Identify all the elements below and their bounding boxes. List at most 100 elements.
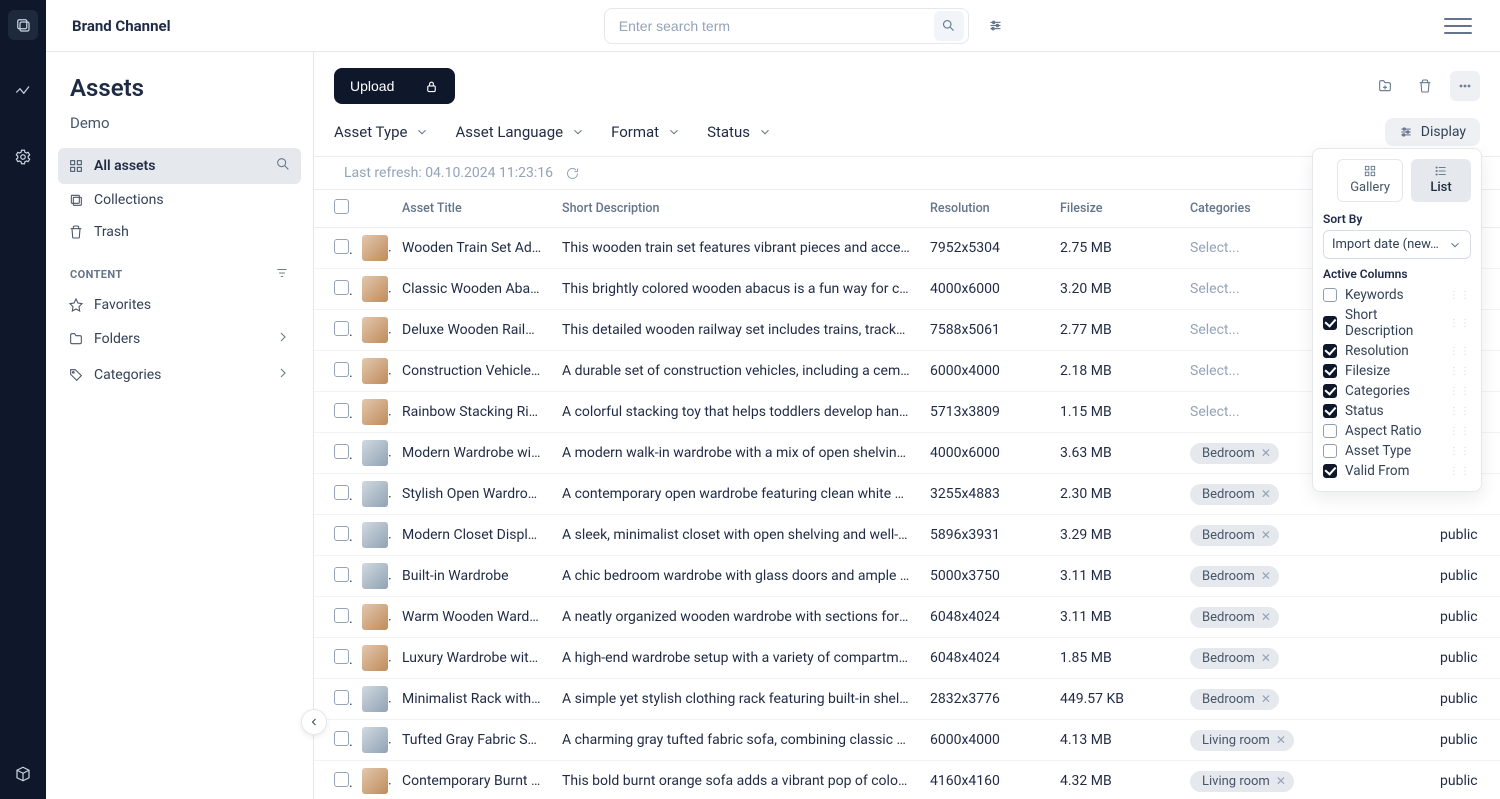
category-tag[interactable]: Bedroom✕ [1190, 689, 1279, 710]
filter-format[interactable]: Format [611, 123, 681, 141]
search-input[interactable] [619, 18, 934, 34]
category-tag[interactable]: Living room✕ [1190, 771, 1294, 792]
row-checkbox[interactable] [334, 485, 349, 500]
category-tag[interactable]: Bedroom✕ [1190, 525, 1279, 546]
th-desc[interactable]: Short Description [552, 190, 920, 228]
display-button[interactable]: Display [1385, 118, 1480, 146]
drag-handle-icon[interactable]: ⋮⋮ [1449, 290, 1471, 301]
row-checkbox[interactable] [334, 526, 349, 541]
row-checkbox[interactable] [334, 608, 349, 623]
checkbox[interactable] [1323, 464, 1337, 478]
view-list[interactable]: List [1411, 159, 1471, 202]
new-folder-button[interactable] [1370, 71, 1400, 101]
checkbox[interactable] [1323, 316, 1337, 330]
filter-status[interactable]: Status [707, 123, 772, 141]
checkbox[interactable] [1323, 444, 1337, 458]
asset-thumbnail[interactable] [362, 317, 388, 343]
checkbox[interactable] [1323, 424, 1337, 438]
asset-categories[interactable]: Bedroom✕ [1180, 515, 1430, 556]
filter-asset-language[interactable]: Asset Language [455, 123, 585, 141]
select-all-checkbox[interactable] [334, 199, 349, 214]
asset-thumbnail[interactable] [362, 276, 388, 302]
view-gallery[interactable]: Gallery [1337, 159, 1403, 202]
table-row[interactable]: Modern Closet Display …A sleek, minimali… [314, 515, 1500, 556]
category-placeholder[interactable]: Select... [1190, 363, 1240, 379]
category-placeholder[interactable]: Select... [1190, 404, 1240, 420]
asset-thumbnail[interactable] [362, 235, 388, 261]
asset-categories[interactable]: Bedroom✕ [1180, 597, 1430, 638]
remove-tag-icon[interactable]: ✕ [1261, 692, 1271, 706]
drag-handle-icon[interactable]: ⋮⋮ [1449, 406, 1471, 417]
drag-handle-icon[interactable]: ⋮⋮ [1449, 446, 1471, 457]
column-toggle[interactable]: Valid From⋮⋮ [1323, 461, 1471, 481]
asset-thumbnail[interactable] [362, 358, 388, 384]
row-checkbox[interactable] [334, 567, 349, 582]
delete-button[interactable] [1410, 71, 1440, 101]
asset-categories[interactable]: Bedroom✕ [1180, 638, 1430, 679]
drag-handle-icon[interactable]: ⋮⋮ [1449, 346, 1471, 357]
asset-thumbnail[interactable] [362, 481, 388, 507]
drag-handle-icon[interactable]: ⋮⋮ [1449, 466, 1471, 477]
column-toggle[interactable]: Short Description⋮⋮ [1323, 305, 1471, 341]
category-tag[interactable]: Bedroom✕ [1190, 484, 1279, 505]
column-toggle[interactable]: Status⋮⋮ [1323, 401, 1471, 421]
category-placeholder[interactable]: Select... [1190, 281, 1240, 297]
remove-tag-icon[interactable]: ✕ [1261, 651, 1271, 665]
nav-categories[interactable]: Categories [58, 357, 301, 393]
collapse-sidebar[interactable] [301, 709, 327, 735]
row-checkbox[interactable] [334, 690, 349, 705]
asset-thumbnail[interactable] [362, 604, 388, 630]
table-row[interactable]: Built-in WardrobeA chic bedroom wardrobe… [314, 556, 1500, 597]
nav-folders[interactable]: Folders [58, 321, 301, 357]
checkbox[interactable] [1323, 404, 1337, 418]
category-placeholder[interactable]: Select... [1190, 322, 1240, 338]
rail-analytics[interactable] [8, 76, 38, 106]
more-button[interactable] [1450, 71, 1480, 101]
checkbox[interactable] [1323, 344, 1337, 358]
column-toggle[interactable]: Resolution⋮⋮ [1323, 341, 1471, 361]
table-row[interactable]: Contemporary Burnt O…This bold burnt ora… [314, 761, 1500, 799]
asset-thumbnail[interactable] [362, 768, 388, 794]
category-tag[interactable]: Bedroom✕ [1190, 607, 1279, 628]
asset-categories[interactable]: Bedroom✕ [1180, 679, 1430, 720]
asset-thumbnail[interactable] [362, 522, 388, 548]
asset-categories[interactable]: Living room✕ [1180, 720, 1430, 761]
checkbox[interactable] [1323, 384, 1337, 398]
asset-thumbnail[interactable] [362, 440, 388, 466]
row-checkbox[interactable] [334, 239, 349, 254]
rail-help[interactable] [8, 759, 38, 789]
asset-thumbnail[interactable] [362, 563, 388, 589]
column-toggle[interactable]: Aspect Ratio⋮⋮ [1323, 421, 1471, 441]
menu-toggle[interactable] [1444, 16, 1472, 36]
checkbox[interactable] [1323, 288, 1337, 302]
column-toggle[interactable]: Categories⋮⋮ [1323, 381, 1471, 401]
nav-favorites[interactable]: Favorites [58, 289, 301, 321]
remove-tag-icon[interactable]: ✕ [1261, 528, 1271, 542]
category-tag[interactable]: Bedroom✕ [1190, 648, 1279, 669]
advanced-search[interactable] [981, 11, 1011, 41]
refresh-icon[interactable] [565, 166, 580, 181]
table-row[interactable]: Luxury Wardrobe with …A high-end wardrob… [314, 638, 1500, 679]
asset-thumbnail[interactable] [362, 686, 388, 712]
table-row[interactable]: Tufted Gray Fabric SofaA charming gray t… [314, 720, 1500, 761]
row-checkbox[interactable] [334, 362, 349, 377]
table-row[interactable]: Minimalist Rack with C…A simple yet styl… [314, 679, 1500, 720]
category-tag[interactable]: Bedroom✕ [1190, 566, 1279, 587]
row-checkbox[interactable] [334, 403, 349, 418]
category-tag[interactable]: Living room✕ [1190, 730, 1294, 751]
rail-assets[interactable] [8, 10, 38, 40]
drag-handle-icon[interactable]: ⋮⋮ [1449, 318, 1471, 329]
th-size[interactable]: Filesize [1050, 190, 1180, 228]
remove-tag-icon[interactable]: ✕ [1276, 733, 1286, 747]
table-row[interactable]: Warm Wooden Wardro…A neatly organized wo… [314, 597, 1500, 638]
remove-tag-icon[interactable]: ✕ [1261, 487, 1271, 501]
nav-collections[interactable]: Collections [58, 184, 301, 216]
remove-tag-icon[interactable]: ✕ [1261, 610, 1271, 624]
checkbox[interactable] [1323, 364, 1337, 378]
category-tag[interactable]: Bedroom✕ [1190, 443, 1279, 464]
asset-thumbnail[interactable] [362, 727, 388, 753]
search-submit[interactable] [934, 11, 964, 41]
sort-select[interactable]: Import date (new… [1323, 230, 1471, 259]
remove-tag-icon[interactable]: ✕ [1261, 446, 1271, 460]
drag-handle-icon[interactable]: ⋮⋮ [1449, 386, 1471, 397]
